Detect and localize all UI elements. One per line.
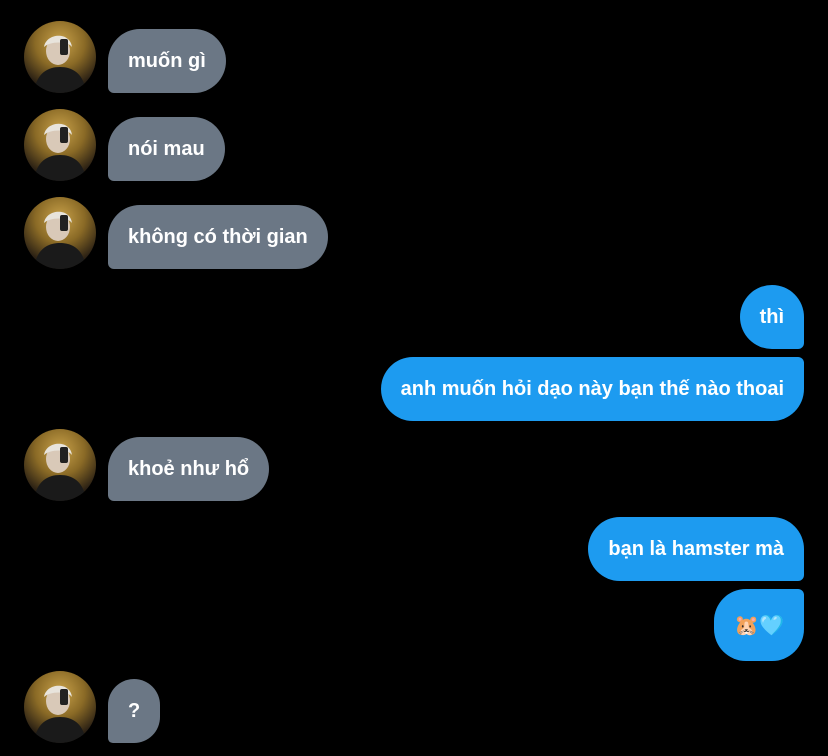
outgoing-message[interactable]: thì xyxy=(739,285,804,349)
avatar[interactable] xyxy=(24,429,96,501)
incoming-message[interactable]: muốn gì xyxy=(108,29,226,93)
message-text: thì xyxy=(759,305,784,328)
outgoing-message[interactable]: anh muốn hỏi dạo này bạn thế nào thoai xyxy=(380,357,804,421)
outgoing-message[interactable]: bạn là hamster mà xyxy=(588,517,804,581)
avatar-photo-icon xyxy=(34,443,86,501)
message-text: không có thời gian xyxy=(128,225,308,248)
message-text: bạn là hamster mà xyxy=(608,537,784,560)
avatar[interactable] xyxy=(24,109,96,181)
avatar[interactable] xyxy=(24,671,96,743)
message-text: 🐹🩵 xyxy=(734,614,784,637)
incoming-message[interactable]: nói mau xyxy=(108,117,225,181)
avatar[interactable] xyxy=(24,197,96,269)
message-text: muốn gì xyxy=(128,49,206,72)
message-text: nói mau xyxy=(128,137,205,160)
message-text: khoẻ như hổ xyxy=(128,457,250,480)
outgoing-message[interactable]: 🐹🩵 xyxy=(714,589,804,661)
message-text: ? xyxy=(128,699,141,722)
incoming-message[interactable]: khoẻ như hổ xyxy=(108,437,270,501)
avatar[interactable] xyxy=(24,21,96,93)
avatar-photo-icon xyxy=(34,123,86,181)
avatar-photo-icon xyxy=(34,211,86,269)
avatar-photo-icon xyxy=(34,35,86,93)
avatar-photo-icon xyxy=(34,685,86,743)
incoming-message[interactable]: ? xyxy=(108,679,161,743)
message-text: anh muốn hỏi dạo này bạn thế nào thoai xyxy=(400,377,784,400)
chat-thread: muốn gì nói mau không có thời gian thì a… xyxy=(0,0,828,756)
incoming-message[interactable]: không có thời gian xyxy=(108,205,328,269)
